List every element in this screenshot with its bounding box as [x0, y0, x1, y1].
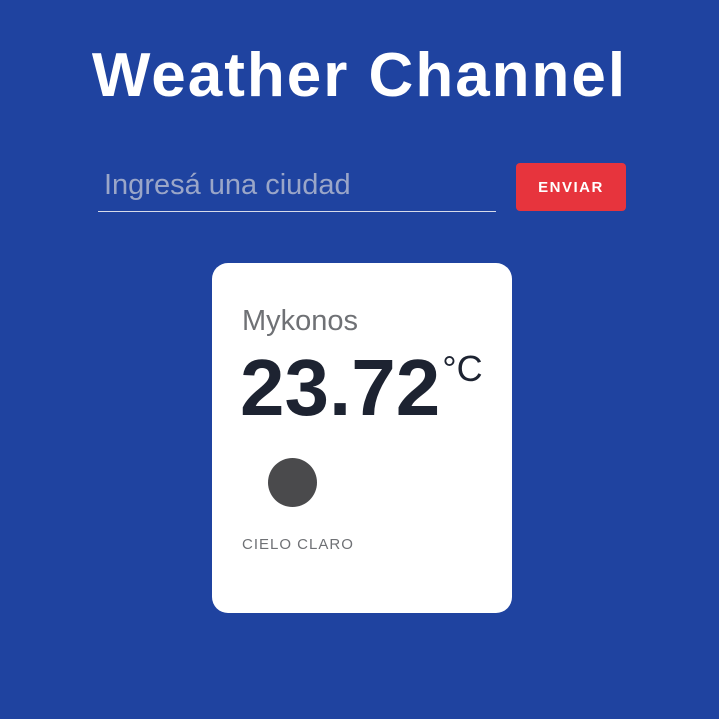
- temperature-unit: °C: [442, 348, 483, 389]
- send-button[interactable]: ENVIAR: [516, 163, 626, 211]
- temperature-display: 23.72°C: [240, 343, 483, 433]
- weather-card: Mykonos 23.72°C CIELO CLARO: [212, 263, 512, 613]
- weather-app: Weather Channel ENVIAR Mykonos 23.72°C C…: [0, 0, 719, 719]
- weather-condition-icon: [268, 458, 317, 507]
- city-input[interactable]: [98, 160, 496, 212]
- weather-description: CIELO CLARO: [242, 536, 354, 553]
- temperature-value: 23.72: [240, 343, 441, 432]
- page-title: Weather Channel: [91, 41, 628, 110]
- city-name: Mykonos: [242, 305, 359, 337]
- city-search-form: ENVIAR: [98, 160, 626, 214]
